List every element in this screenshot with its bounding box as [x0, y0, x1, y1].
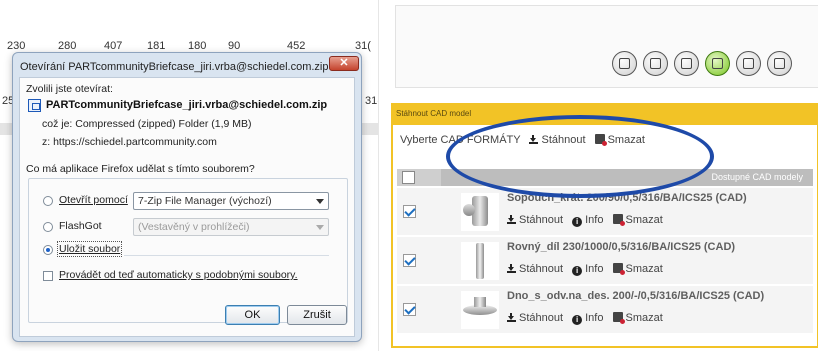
row-download-button[interactable]: Stáhnout	[507, 263, 563, 275]
row-delete-label: Smazat	[625, 214, 663, 226]
row-delete-button[interactable]: Smazat	[612, 214, 663, 226]
row-download-button[interactable]: Stáhnout	[507, 312, 563, 324]
annotation-ellipse	[446, 115, 714, 198]
model-title: Dno_s_odv.na_des. 200/-/0,5/316/BA/ICS25…	[507, 290, 765, 302]
table-header-cell: 31(	[355, 40, 371, 52]
view-front-icon[interactable]	[643, 51, 668, 76]
row-checkbox[interactable]	[403, 254, 416, 267]
row-download-label: Stáhnout	[519, 214, 564, 226]
close-icon: ✕	[339, 57, 349, 69]
info-icon: i	[572, 217, 583, 227]
dialog-body: Zvolili jste otevírat: PARTcommunityBrie…	[19, 77, 355, 337]
shaded-view-icon	[712, 58, 723, 69]
download-icon	[507, 313, 516, 322]
open-with-radio[interactable]	[43, 196, 53, 206]
row-delete-label: Smazat	[625, 312, 663, 324]
view-cube-icon[interactable]	[612, 51, 637, 76]
row-info-label: Info	[585, 263, 604, 275]
cancel-button[interactable]: Zrušit	[287, 305, 347, 325]
file-type-line: což je: Compressed (zipped) Folder (1,9 …	[42, 118, 252, 130]
iso-view-icon	[681, 58, 692, 69]
pipe-part-image	[476, 243, 484, 279]
table-header-cell: 280	[58, 40, 77, 52]
cad-model-row: Dno_s_odv.na_des. 200/-/0,5/316/BA/ICS25…	[397, 286, 813, 334]
view-hidden-icon[interactable]	[767, 51, 792, 76]
model-title: Rovný_díl 230/1000/0,5/316/BA/ICS25 (CAD…	[507, 241, 736, 253]
download-icon	[507, 264, 516, 273]
file-name: PARTcommunityBriefcase_jiri.vrba@schiede…	[46, 99, 328, 111]
part-thumbnail	[461, 193, 499, 231]
row-info-button[interactable]: i Info	[572, 214, 604, 227]
action-question: Co má aplikace Firefox udělat s tímto so…	[26, 163, 255, 175]
table-header-cell: 407	[104, 40, 123, 52]
chevron-down-icon	[316, 199, 324, 204]
row-actions: Stáhnout i Info Smazat	[507, 312, 669, 325]
row-download-label: Stáhnout	[519, 312, 564, 324]
flashgot-value: (Vestavěný v prohlížeči)	[138, 221, 250, 233]
divider	[124, 255, 329, 256]
row-info-label: Info	[585, 312, 604, 324]
auto-action-label[interactable]: Provádět od teď automaticky s podobnými …	[59, 269, 298, 281]
table-header-cell: 90	[228, 40, 241, 52]
hidden-view-icon	[774, 58, 785, 69]
info-icon: i	[572, 315, 583, 325]
row-download-button[interactable]: Stáhnout	[507, 214, 563, 226]
auto-action-checkbox[interactable]	[43, 271, 53, 281]
download-dialog: Otevírání PARTcommunityBriefcase_jiri.vr…	[12, 52, 362, 342]
row-download-label: Stáhnout	[519, 263, 564, 275]
wire-view-icon	[743, 58, 754, 69]
flashgot-select: (Vestavěný v prohlížeči)	[133, 218, 329, 236]
list-header-title: Dostupné CAD modely	[711, 172, 803, 182]
select-all-checkbox[interactable]	[402, 171, 415, 184]
delete-icon	[612, 214, 625, 226]
open-with-value: 7-Zip File Manager (výchozí)	[138, 195, 272, 207]
base-part-image	[463, 297, 497, 315]
row-delete-label: Smazat	[625, 263, 663, 275]
view-shaded-icon[interactable]	[705, 51, 730, 76]
part-thumbnail	[461, 242, 499, 280]
view-wire-icon[interactable]	[736, 51, 761, 76]
close-button[interactable]: ✕	[329, 56, 359, 71]
dialog-title: Otevírání PARTcommunityBriefcase_jiri.vr…	[20, 61, 329, 73]
open-with-select[interactable]: 7-Zip File Manager (výchozí)	[133, 192, 329, 210]
options-group: Otevřít pomocí 7-Zip File Manager (výcho…	[28, 178, 348, 323]
info-icon: i	[572, 266, 583, 276]
cad-panel-title: Stáhnout CAD model	[396, 109, 472, 118]
delete-icon	[612, 312, 625, 324]
row-info-button[interactable]: i Info	[572, 312, 604, 325]
part-thumbnail	[461, 291, 499, 329]
table-header-cell: 180	[188, 40, 207, 52]
viewer-panel	[395, 5, 818, 88]
cad-page: Stáhnout CAD model Vyberte CAD FORMÁTY S…	[378, 0, 818, 351]
flashgot-label[interactable]: FlashGot	[59, 220, 102, 232]
flashgot-radio[interactable]	[43, 222, 53, 232]
table-header-cell: 452	[287, 40, 306, 52]
row-delete-button[interactable]: Smazat	[612, 263, 663, 275]
delete-icon	[612, 263, 625, 275]
row-info-label: Info	[585, 214, 604, 226]
front-view-icon	[650, 58, 661, 69]
table-header-cell: 181	[147, 40, 166, 52]
chevron-down-icon	[316, 225, 324, 230]
cube-icon	[619, 58, 630, 69]
archive-file-icon	[28, 99, 41, 112]
row-actions: Stáhnout i Info Smazat	[507, 263, 669, 276]
ok-button[interactable]: OK	[225, 305, 280, 325]
tee-part-image	[463, 196, 488, 226]
cad-model-row: Rovný_díl 230/1000/0,5/316/BA/ICS25 (CAD…	[397, 237, 813, 285]
row-checkbox[interactable]	[403, 303, 416, 316]
row-checkbox[interactable]	[403, 205, 416, 218]
save-file-label[interactable]: Uložit soubor	[56, 241, 123, 257]
file-source-line: z: https://schiedel.partcommunity.com	[42, 136, 217, 148]
save-file-radio[interactable]	[43, 245, 53, 255]
view-iso-icon[interactable]	[674, 51, 699, 76]
row-actions: Stáhnout i Info Smazat	[507, 214, 669, 227]
open-with-label[interactable]: Otevřít pomocí	[59, 194, 128, 206]
row-info-button[interactable]: i Info	[572, 263, 604, 276]
prompt-label: Zvolili jste otevírat:	[26, 83, 113, 95]
row-delete-button[interactable]: Smazat	[612, 312, 663, 324]
table-header-cell: 230	[7, 40, 26, 52]
download-icon	[507, 215, 516, 224]
